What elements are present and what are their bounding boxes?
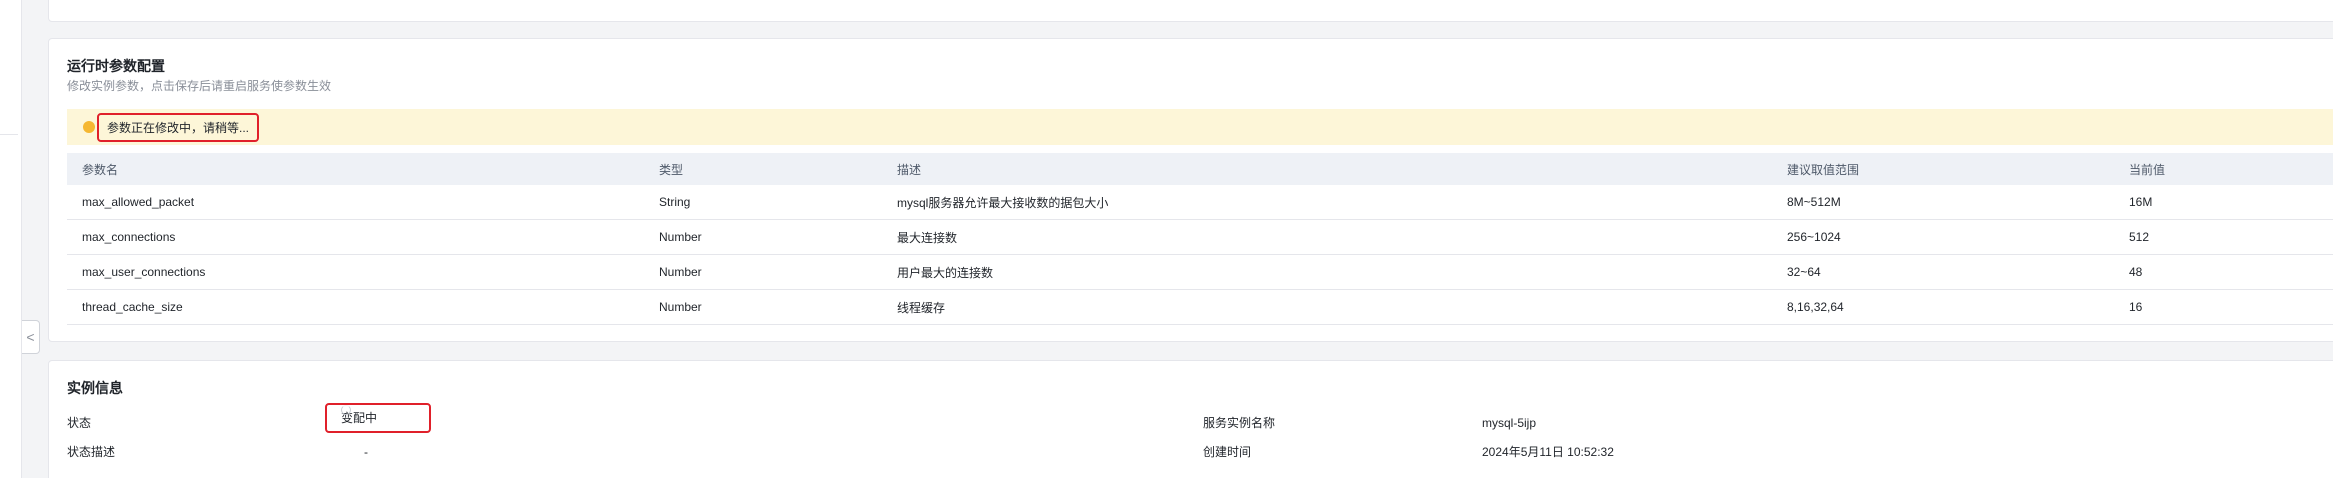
- param-range: 8M~512M: [1787, 195, 1841, 209]
- previous-card: [48, 0, 2333, 22]
- param-value: 512: [2129, 230, 2150, 244]
- status-badge: 变配中: [325, 403, 431, 433]
- param-name: max_connections: [82, 230, 176, 244]
- section-title: 实例信息: [67, 380, 123, 396]
- param-type: String: [659, 195, 691, 209]
- column-header: 建议取值范围: [1787, 162, 1860, 177]
- param-description: 线程缓存: [897, 300, 946, 315]
- modifying-alert: 参数正在修改中，请稍等... ×: [67, 109, 2333, 145]
- warning-icon: [83, 121, 95, 133]
- sidebar-collapse-button[interactable]: <: [22, 320, 40, 354]
- service-name-value: mysql-5ijp: [1482, 416, 1537, 430]
- param-value: 16M: [2129, 195, 2153, 209]
- chevron-left-icon: <: [26, 329, 35, 345]
- alert-message: 参数正在修改中，请稍等...: [97, 112, 260, 142]
- param-value: 16: [2129, 300, 2143, 314]
- created-time-value: 2024年5月11日 10:52:32: [1482, 445, 1614, 459]
- section-title: 运行时参数配置: [67, 58, 165, 74]
- param-type: Number: [659, 300, 702, 314]
- params-table: 参数名 类型 描述 建议取值范围 当前值 max_allowed_packet …: [67, 153, 2333, 325]
- param-range: 32~64: [1787, 265, 1821, 279]
- table-header: 参数名 类型 描述 建议取值范围 当前值: [67, 153, 2333, 185]
- created-time-label: 创建时间: [1203, 445, 1252, 459]
- info-row: 状态描述 - 创建时间 2024年5月11日 10:52:32: [67, 442, 2333, 462]
- status-desc-value: -: [364, 445, 368, 459]
- param-range: 256~1024: [1787, 230, 1841, 244]
- loading-spinner-icon: [341, 405, 351, 415]
- section-description: 修改实例参数，点击保存后请重启服务使参数生效: [67, 79, 332, 93]
- param-value: 48: [2129, 265, 2143, 279]
- status-label: 状态: [67, 416, 92, 430]
- runtime-params-card: 运行时参数配置 修改实例参数，点击保存后请重启服务使参数生效 参数正在修改中，请…: [48, 38, 2333, 342]
- left-sidebar: [0, 0, 22, 478]
- table-row: max_user_connections Number 用户最大的连接数 32~…: [67, 255, 2333, 290]
- close-icon[interactable]: ×: [2327, 117, 2333, 137]
- param-name: thread_cache_size: [82, 300, 183, 314]
- param-description: mysql服务器允许最大接收数的据包大小: [897, 195, 1109, 210]
- column-header: 参数名: [82, 162, 119, 177]
- param-name: max_user_connections: [82, 265, 206, 279]
- status-desc-label: 状态描述: [67, 445, 116, 459]
- param-description: 最大连接数: [897, 230, 958, 245]
- param-type: Number: [659, 265, 702, 279]
- info-row: 状态 变配中 服务实例名称 mysql-5ijp: [67, 403, 2333, 433]
- param-range: 8,16,32,64: [1787, 300, 1844, 314]
- column-header: 类型: [659, 162, 684, 177]
- param-name: max_allowed_packet: [82, 195, 195, 209]
- table-row: thread_cache_size Number 线程缓存 8,16,32,64…: [67, 290, 2333, 325]
- column-header: 当前值: [2129, 162, 2166, 177]
- param-type: Number: [659, 230, 702, 244]
- service-name-label: 服务实例名称: [1203, 416, 1276, 430]
- instance-info-card: 实例信息 状态 变配中 服务实例名称 mysql-5ijp 状态描述 - 创建时…: [48, 360, 2333, 478]
- table-row: max_allowed_packet String mysql服务器允许最大接收…: [67, 185, 2333, 220]
- column-header: 描述: [897, 162, 922, 177]
- param-description: 用户最大的连接数: [897, 265, 994, 280]
- table-row: max_connections Number 最大连接数 256~1024 51…: [67, 220, 2333, 255]
- sidebar-divider: [0, 134, 18, 135]
